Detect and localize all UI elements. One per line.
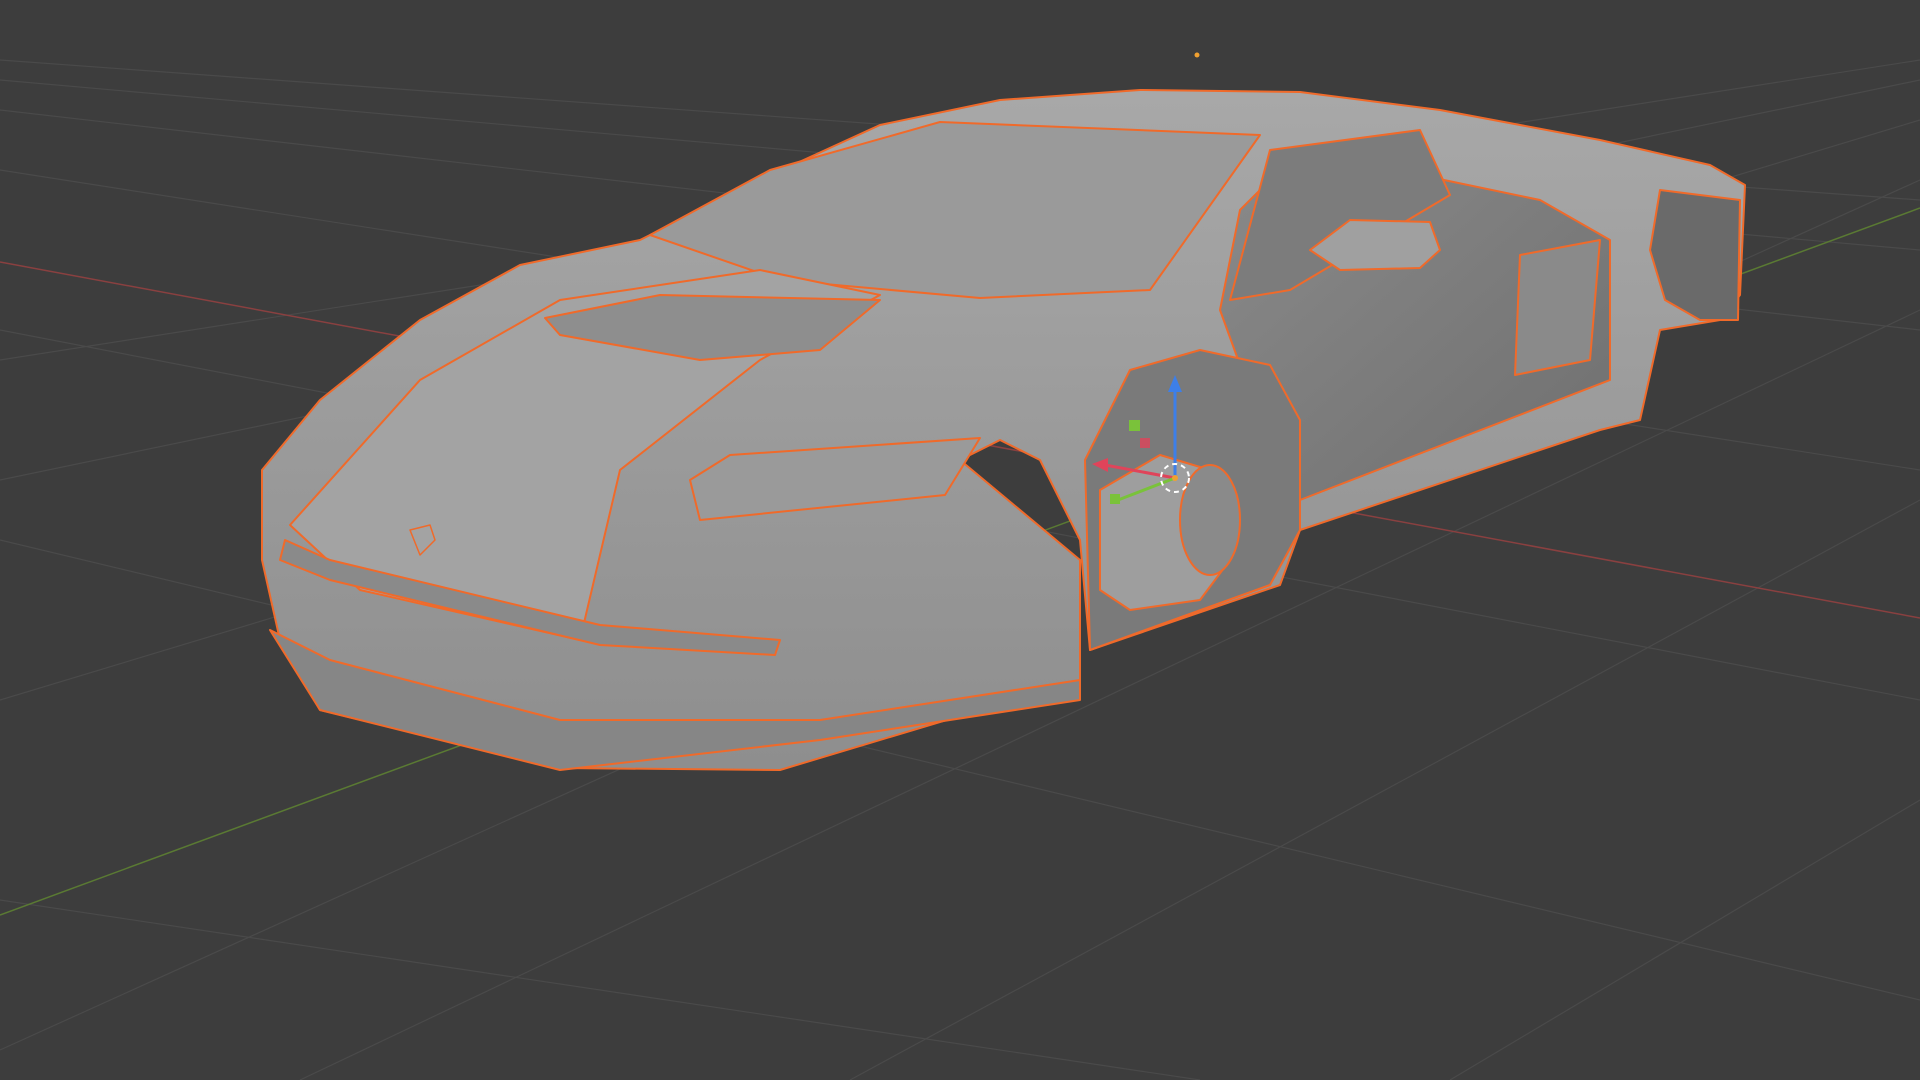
- gizmo-y-handle-icon[interactable]: [1110, 494, 1120, 504]
- viewport-canvas[interactable]: [0, 0, 1920, 1080]
- gizmo-plane-handle-red-icon[interactable]: [1140, 438, 1150, 448]
- 3d-viewport[interactable]: [0, 0, 1920, 1080]
- side-intake: [1514, 239, 1601, 376]
- car-model[interactable]: [261, 89, 1746, 771]
- origin-dot-icon: [1172, 475, 1178, 481]
- object-origin-icon: [1194, 52, 1200, 58]
- gizmo-plane-handle-icon[interactable]: [1129, 420, 1140, 431]
